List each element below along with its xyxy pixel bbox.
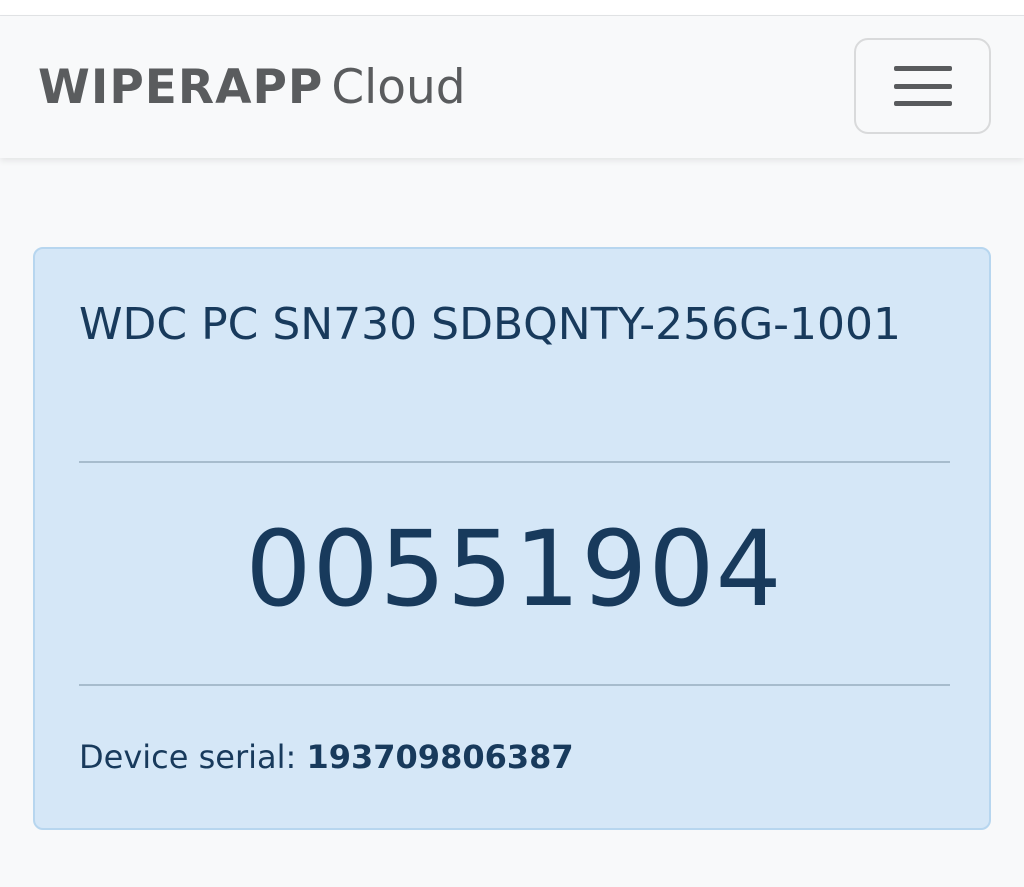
browser-top-edge (0, 0, 1024, 16)
hamburger-menu-icon (893, 66, 952, 106)
divider (79, 461, 950, 463)
hamburger-line (893, 101, 952, 106)
device-card: WDC PC SN730 SDBQNTY-256G-1001 00551904 … (33, 247, 991, 830)
divider (79, 684, 950, 686)
navbar: WIPERAPP Cloud (0, 16, 1024, 158)
device-code: 00551904 (245, 508, 783, 630)
hamburger-line (893, 66, 952, 71)
hamburger-line (893, 83, 952, 89)
brand-name: WIPERAPP (38, 60, 324, 115)
device-name: WDC PC SN730 SDBQNTY-256G-1001 (79, 299, 902, 350)
menu-toggle-button[interactable] (854, 38, 991, 134)
brand-subtitle: Cloud (331, 60, 466, 115)
serial-value: 193709806387 (306, 738, 574, 776)
brand-logo[interactable]: WIPERAPP Cloud (38, 60, 466, 120)
serial-label: Device serial: (79, 738, 307, 776)
device-serial: Device serial: 193709806387 (79, 737, 574, 777)
